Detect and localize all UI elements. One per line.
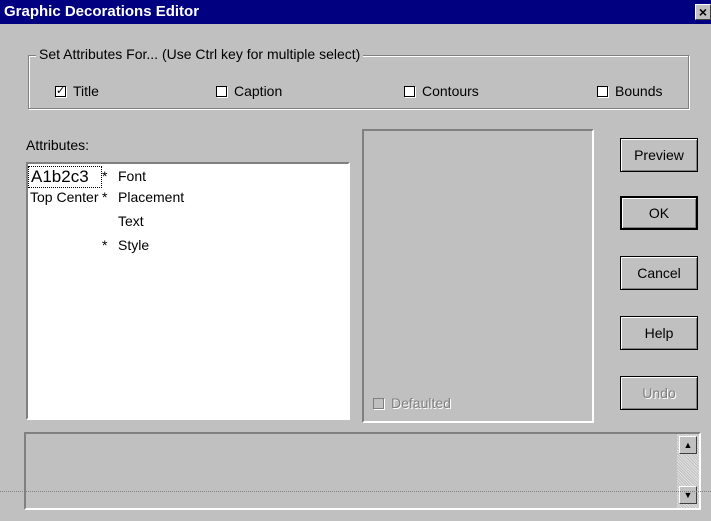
- ok-button[interactable]: OK: [620, 196, 698, 230]
- close-icon: ×: [698, 4, 708, 20]
- window-titlebar: Graphic Decorations Editor ×: [0, 0, 711, 24]
- close-button[interactable]: ×: [695, 4, 711, 20]
- caption-checkbox[interactable]: Caption: [216, 83, 282, 99]
- defaulted-checkbox[interactable]: Defaulted: [373, 395, 451, 411]
- checkbox-box: [373, 397, 384, 409]
- message-area: ▲ ▼: [24, 432, 701, 510]
- title-checkbox[interactable]: ✓ Title: [55, 83, 99, 99]
- required-marker: *: [102, 168, 108, 184]
- contours-checkbox[interactable]: Contours: [404, 83, 479, 99]
- attribute-name: Font: [118, 168, 147, 184]
- cancel-button[interactable]: Cancel: [620, 256, 698, 290]
- attribute-name: Text: [118, 213, 144, 229]
- required-marker: *: [102, 237, 108, 253]
- contours-checkbox-label: Contours: [422, 83, 479, 99]
- checkbox-box: [404, 85, 415, 97]
- attributes-list[interactable]: A1b2c3 * Font Top Center * Placement Tex…: [26, 162, 350, 420]
- vertical-scrollbar[interactable]: ▲ ▼: [677, 434, 699, 508]
- scroll-down-arrow-icon[interactable]: ▼: [679, 486, 697, 504]
- scroll-up-arrow-icon[interactable]: ▲: [679, 436, 697, 454]
- list-item[interactable]: Text: [28, 213, 348, 233]
- attribute-value: Top Center: [30, 189, 99, 205]
- preview-button[interactable]: Preview: [620, 138, 698, 172]
- caption-checkbox-label: Caption: [234, 83, 283, 99]
- checkmark-icon: ✓: [55, 84, 66, 97]
- divider: [0, 491, 711, 492]
- preview-pane: Defaulted: [362, 129, 594, 423]
- bounds-checkbox-label: Bounds: [615, 83, 663, 99]
- help-button[interactable]: Help: [620, 316, 698, 350]
- defaulted-checkbox-label: Defaulted: [391, 395, 451, 411]
- title-checkbox-label: Title: [73, 83, 99, 99]
- list-item[interactable]: * Style: [28, 237, 348, 257]
- attribute-name: Placement: [118, 189, 185, 205]
- required-marker: *: [102, 189, 108, 205]
- set-attributes-group: [28, 55, 689, 109]
- checkbox-box: [216, 85, 227, 97]
- group-legend: Set Attributes For... (Use Ctrl key for …: [36, 46, 364, 62]
- undo-button[interactable]: Undo: [620, 376, 698, 410]
- list-item[interactable]: Top Center * Placement: [28, 189, 348, 209]
- font-sample: A1b2c3: [28, 166, 102, 188]
- attributes-label: Attributes:: [26, 137, 90, 153]
- checkbox-box: [597, 85, 608, 97]
- bounds-checkbox[interactable]: Bounds: [597, 83, 662, 99]
- attribute-name: Style: [118, 237, 150, 253]
- list-item[interactable]: A1b2c3 * Font: [28, 166, 348, 188]
- window-title: Graphic Decorations Editor: [4, 3, 200, 20]
